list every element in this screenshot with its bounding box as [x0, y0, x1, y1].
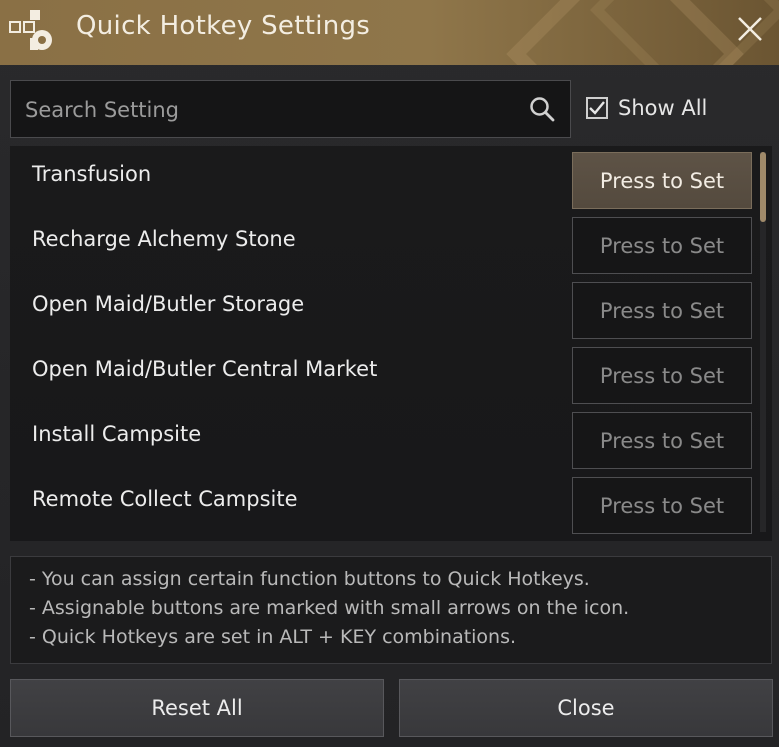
- info-panel: - You can assign certain function button…: [10, 556, 772, 664]
- hotkey-list: Transfusion Press to Set Recharge Alchem…: [10, 146, 772, 541]
- hotkey-label: Open Maid/Butler Central Market: [32, 357, 378, 381]
- search-box: [10, 80, 571, 138]
- press-to-set-button[interactable]: Press to Set: [572, 477, 752, 534]
- press-to-set-button[interactable]: Press to Set: [572, 217, 752, 274]
- close-icon[interactable]: [735, 14, 765, 44]
- hotkey-gear-icon: [9, 10, 52, 50]
- press-to-set-button[interactable]: Press to Set: [572, 282, 752, 339]
- hotkey-row: Install Campsite Press to Set: [10, 406, 762, 471]
- press-to-set-button[interactable]: Press to Set: [572, 152, 752, 209]
- quick-hotkey-settings-window: Quick Hotkey Settings Show All Transfusi…: [0, 0, 779, 747]
- reset-all-button[interactable]: Reset All: [10, 679, 384, 737]
- show-all-checkbox[interactable]: [586, 97, 608, 119]
- title-bar[interactable]: Quick Hotkey Settings: [0, 0, 779, 65]
- hotkey-row: Transfusion Press to Set: [10, 146, 762, 211]
- hotkey-label: Recharge Alchemy Stone: [32, 227, 296, 251]
- scroll-thumb[interactable]: [760, 152, 766, 222]
- hotkey-label: Open Maid/Butler Storage: [32, 292, 305, 316]
- info-line: - Quick Hotkeys are set in ALT + KEY com…: [29, 626, 517, 648]
- show-all-label: Show All: [618, 96, 708, 120]
- hotkey-row: Remote Collect Campsite Press to Set: [10, 471, 762, 536]
- search-icon[interactable]: [528, 95, 556, 123]
- info-line: - You can assign certain function button…: [29, 568, 590, 590]
- hotkey-row: Open Maid/Butler Central Market Press to…: [10, 341, 762, 406]
- info-line: - Assignable buttons are marked with sma…: [29, 597, 630, 619]
- hotkey-label: Transfusion: [32, 162, 152, 186]
- press-to-set-button[interactable]: Press to Set: [572, 412, 752, 469]
- list-scrollbar[interactable]: [760, 152, 766, 532]
- hotkey-label: Install Campsite: [32, 422, 202, 446]
- hotkey-row: Open Maid/Butler Storage Press to Set: [10, 276, 762, 341]
- window-title: Quick Hotkey Settings: [76, 11, 371, 41]
- search-input[interactable]: [23, 91, 517, 129]
- close-button[interactable]: Close: [399, 679, 773, 737]
- show-all-toggle[interactable]: Show All: [586, 92, 707, 124]
- press-to-set-button[interactable]: Press to Set: [572, 347, 752, 404]
- checkmark-icon: [589, 101, 605, 115]
- hotkey-row: Recharge Alchemy Stone Press to Set: [10, 211, 762, 276]
- hotkey-label: Remote Collect Campsite: [32, 487, 298, 511]
